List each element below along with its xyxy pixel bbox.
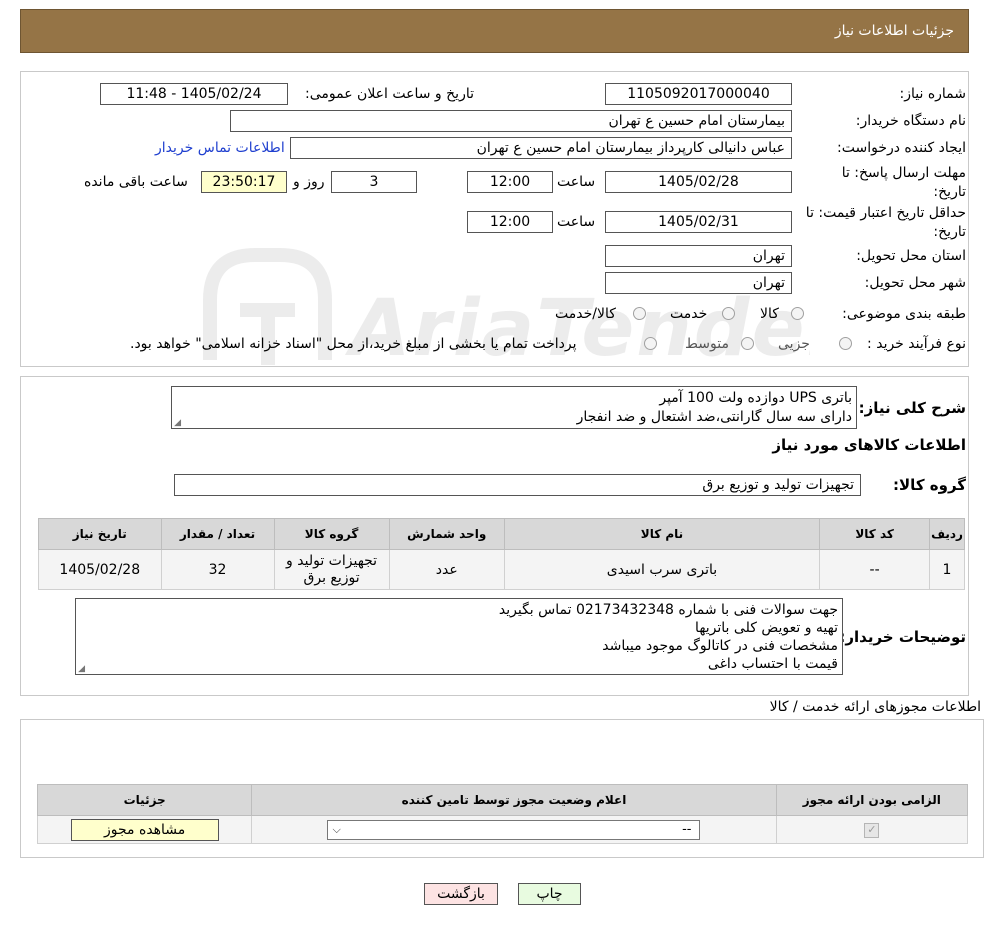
remaining-label: ساعت باقی مانده bbox=[84, 174, 188, 190]
process-label: نوع فرآیند خرید : bbox=[867, 336, 966, 352]
validity-time-label: ساعت bbox=[557, 214, 596, 230]
buyer-org-label: نام دستگاه خریدار: bbox=[855, 113, 966, 129]
col-unit: واحد شمارش bbox=[388, 518, 505, 550]
resize-grip-icon[interactable]: ◢ bbox=[173, 419, 181, 428]
permit-required-checkbox[interactable]: ✓ bbox=[864, 823, 880, 838]
deadline-time-field: 12:00 bbox=[467, 171, 553, 193]
announce-label: تاریخ و ساعت اعلان عمومی: bbox=[305, 86, 474, 102]
col-code: کد کالا bbox=[819, 518, 931, 550]
col-permit-required: الزامی بودن ارائه مجوز bbox=[775, 784, 969, 816]
goods-group-label: گروه کالا: bbox=[893, 476, 966, 494]
summary-line-1: باتری UPS دوازده ولت 100 آمپر bbox=[659, 390, 852, 406]
goods-section-title: اطلاعات کالاهای مورد نیاز bbox=[772, 436, 966, 454]
buyer-org-field: بیمارستان امام حسین ع تهران bbox=[230, 110, 792, 132]
page-header: جزئیات اطلاعات نیاز bbox=[20, 9, 969, 53]
buyer-notes-textarea[interactable]: جهت سوالات فنی با شماره 02173432348 تماس… bbox=[75, 598, 843, 675]
category-label: طبقه بندی موضوعی: bbox=[842, 306, 966, 322]
process-partial-label: جزیی bbox=[778, 336, 810, 352]
validity-label: حداقل تاریخ اعتبار قیمت: تا bbox=[805, 205, 966, 221]
validity-date-field: 1405/02/31 bbox=[605, 211, 792, 233]
province-label: استان محل تحویل: bbox=[856, 248, 966, 264]
goods-table-header: ردیف کد کالا نام کالا واحد شمارش گروه کا… bbox=[38, 518, 965, 550]
cell-group: تجهیزات تولید و توزیع برق bbox=[273, 549, 390, 590]
category-service-radio[interactable] bbox=[722, 307, 735, 320]
deadline-date-field: 1405/02/28 bbox=[605, 171, 792, 193]
creator-label: ایجاد کننده درخواست: bbox=[837, 140, 966, 156]
resize-grip-icon[interactable]: ◢ bbox=[77, 665, 85, 674]
col-permit-status: اعلام وضعیت مجوز توسط تامین کننده bbox=[251, 784, 777, 816]
category-both-radio[interactable] bbox=[633, 307, 646, 320]
cell-qty: 32 bbox=[160, 549, 275, 590]
cell-date: 1405/02/28 bbox=[38, 549, 162, 590]
col-row: ردیف bbox=[929, 518, 965, 550]
view-permit-button[interactable]: مشاهده مجوز bbox=[70, 818, 219, 841]
category-goods-radio[interactable] bbox=[791, 307, 804, 320]
permit-required-cell: ✓ bbox=[775, 815, 969, 844]
category-goods-label: کالا bbox=[760, 306, 779, 322]
deadline-label: مهلت ارسال پاسخ: تا bbox=[841, 165, 966, 181]
permit-status-select[interactable]: -- ⌵ bbox=[327, 819, 701, 840]
need-number-label: شماره نیاز: bbox=[899, 86, 967, 102]
buyer-note-line-1: جهت سوالات فنی با شماره 02173432348 تماس… bbox=[498, 602, 838, 618]
buyer-note-line-4: قیمت با احتساب داغی bbox=[707, 656, 838, 672]
process-medium-radio[interactable] bbox=[741, 337, 754, 350]
permits-table-header: الزامی بودن ارائه مجوز اعلام وضعیت مجوز … bbox=[36, 784, 969, 816]
need-number-field: 1105092017000040 bbox=[605, 83, 792, 105]
process-partial-radio[interactable] bbox=[839, 337, 852, 350]
page-title: جزئیات اطلاعات نیاز bbox=[834, 23, 954, 39]
category-service-label: خدمت bbox=[670, 306, 708, 322]
deadline-time-label: ساعت bbox=[557, 174, 596, 190]
table-row: ✓ -- ⌵ مشاهده مجوز bbox=[36, 815, 969, 844]
province-field: تهران bbox=[605, 245, 792, 267]
deadline-label-date: تاریخ: bbox=[933, 184, 966, 200]
buyer-notes-label: توضیحات خریدار: bbox=[839, 628, 966, 646]
remaining-time-field: 23:50:17 bbox=[201, 171, 287, 193]
cell-name: باتری سرب اسیدی bbox=[503, 549, 821, 590]
category-both-label: کالا/خدمت bbox=[555, 306, 616, 322]
cell-code: -- bbox=[819, 549, 931, 590]
permit-details-cell: مشاهده مجوز bbox=[36, 815, 253, 844]
chevron-down-icon: ⌵ bbox=[332, 822, 341, 836]
goods-table: ردیف کد کالا نام کالا واحد شمارش گروه کا… bbox=[38, 518, 965, 590]
treasury-checkbox[interactable] bbox=[644, 337, 657, 350]
days-field: 3 bbox=[331, 171, 417, 193]
buyer-contact-link[interactable]: اطلاعات تماس خریدار bbox=[155, 140, 285, 156]
col-qty: تعداد / مقدار bbox=[160, 518, 275, 550]
back-button[interactable]: بازگشت bbox=[424, 883, 498, 905]
col-group: گروه کالا bbox=[273, 518, 390, 550]
buyer-note-line-2: تهیه و تعویض کلی باتریها bbox=[695, 620, 838, 636]
days-label: روز و bbox=[293, 174, 325, 190]
validity-time-field: 12:00 bbox=[467, 211, 553, 233]
cell-row: 1 bbox=[929, 549, 965, 590]
summary-label: شرح کلی نیاز: bbox=[858, 399, 966, 417]
validity-label-date: تاریخ: bbox=[933, 224, 966, 240]
permit-status-value: -- bbox=[682, 821, 692, 837]
col-permit-details: جزئیات bbox=[36, 784, 253, 816]
process-medium-label: متوسط bbox=[685, 336, 729, 352]
col-name: نام کالا bbox=[503, 518, 821, 550]
print-button[interactable]: چاپ bbox=[518, 883, 581, 905]
permits-section-title: اطلاعات مجوزهای ارائه خدمت / کالا bbox=[769, 699, 981, 715]
announce-field: 1405/02/24 - 11:48 bbox=[100, 83, 288, 105]
creator-field: عباس دانیالی کارپرداز بیمارستان امام حسی… bbox=[290, 137, 792, 159]
permits-table: الزامی بودن ارائه مجوز اعلام وضعیت مجوز … bbox=[36, 784, 969, 844]
goods-group-field: تجهیزات تولید و توزیع برق bbox=[174, 474, 861, 496]
buyer-note-line-3: مشخصات فنی در کاتالوگ موجود میباشد bbox=[602, 638, 838, 654]
cell-unit: عدد bbox=[388, 549, 505, 590]
city-label: شهر محل تحویل: bbox=[864, 275, 966, 291]
table-row: 1 -- باتری سرب اسیدی عدد تجهیزات تولید و… bbox=[38, 549, 965, 590]
summary-textarea[interactable]: باتری UPS دوازده ولت 100 آمپر دارای سه س… bbox=[171, 386, 857, 429]
permit-status-cell: -- ⌵ bbox=[251, 815, 777, 844]
col-date: تاریخ نیاز bbox=[38, 518, 162, 550]
city-field: تهران bbox=[605, 272, 792, 294]
process-note: پرداخت تمام یا بخشی از مبلغ خرید،از محل … bbox=[130, 336, 577, 352]
summary-line-2: دارای سه سال گارانتی،ضد اشتعال و ضد انفج… bbox=[576, 409, 852, 425]
